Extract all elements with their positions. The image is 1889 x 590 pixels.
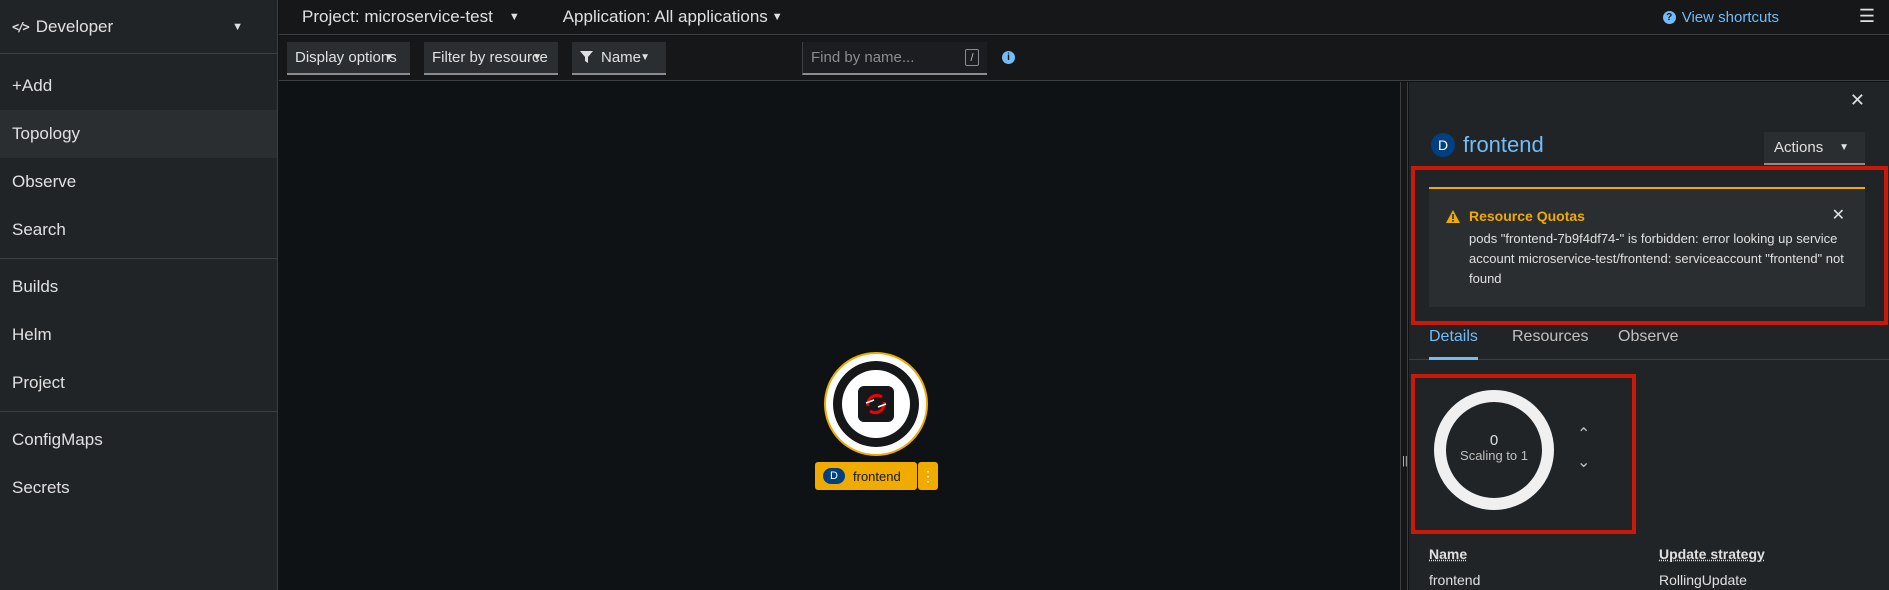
name-label: Name [1429,546,1468,562]
openshift-logo-icon [858,386,894,422]
sidebar-item-project[interactable]: Project [0,359,277,407]
question-circle-icon: ? [1662,10,1676,24]
sidebar-item-observe[interactable]: Observe [0,158,277,206]
panel-tabs: Details Resources Observe [1409,328,1889,360]
filter-by-resource-label: Filter by resource [432,49,548,66]
pod-count: 0 [1489,432,1499,449]
sidebar-item-helm[interactable]: Helm [0,311,277,359]
caret-down-icon[interactable]: ▼ [772,11,783,23]
scale-down-icon[interactable]: ⌄ [1577,452,1590,472]
panel-title: D frontend [1431,132,1544,158]
sidebar-item-add[interactable]: +Add [0,62,277,110]
deployment-badge: D [1431,133,1455,157]
topology-canvas[interactable]: D frontend ⋮ [279,82,1400,590]
sidebar-divider [0,411,277,412]
scale-up-icon[interactable]: ⌃ [1577,424,1590,444]
node-label[interactable]: D frontend [815,462,917,490]
node-name: frontend [853,468,901,484]
display-options-dropdown[interactable]: Display options ▼ [287,42,410,75]
resize-grip-icon[interactable]: || [1402,455,1408,467]
project-selector[interactable]: Project: microservice-test [302,7,493,27]
view-shortcuts-link[interactable]: ? View shortcuts [1662,8,1779,26]
tab-details[interactable]: Details [1429,328,1478,360]
alert-body: pods "frontend-7b9f4df74-" is forbidden:… [1469,231,1844,286]
sidebar-item-secrets[interactable]: Secrets [0,464,277,512]
alert-title: Resource Quotas [1469,208,1585,224]
workload-node[interactable] [824,352,928,456]
deployment-badge: D [823,468,845,484]
filter-icon [580,51,593,63]
find-by-name-input[interactable]: Find by name... / [802,42,987,75]
sidebar-item-search[interactable]: Search [0,206,277,254]
close-alert-icon[interactable]: ✕ [1832,205,1845,225]
sidebar-item-topology[interactable]: Topology [0,110,277,158]
sidebar-divider [0,258,277,259]
node-body [842,370,910,438]
caret-down-icon: ▼ [532,52,542,63]
search-placeholder: Find by name... [811,49,915,66]
info-icon[interactable]: i [1002,51,1015,64]
filter-by-resource-dropdown[interactable]: Filter by resource ▼ [424,42,558,75]
actions-dropdown[interactable]: Actions ▼ [1764,132,1865,165]
caret-down-icon: ▼ [640,52,650,63]
node-status-ring [833,361,919,447]
list-view-icon[interactable]: ☰ [1859,6,1875,27]
code-icon: </> [12,19,30,34]
resource-quota-alert: Resource Quotas ✕ pods "frontend-7b9f4df… [1429,187,1865,307]
view-shortcuts-label: View shortcuts [1681,8,1779,26]
project-bar: Project: microservice-test ▼ Application… [279,0,1889,35]
tab-resources[interactable]: Resources [1512,328,1588,360]
actions-label: Actions [1774,139,1824,156]
sidebar: </> Developer ▼ +Add Topology Observe Se… [0,0,278,590]
resource-name-link[interactable]: frontend [1463,132,1544,158]
close-icon[interactable]: ✕ [1850,90,1865,111]
caret-down-icon[interactable]: ▼ [509,11,520,23]
application-selector[interactable]: Application: All applications [563,7,768,27]
keyboard-shortcut-hint: / [965,49,979,66]
filter-type-dropdown[interactable]: Name ▼ [572,42,666,75]
update-strategy-value: RollingUpdate [1659,572,1747,588]
filter-type-label: Name [601,49,642,66]
pod-status-text: Scaling to 1 [1460,448,1528,463]
perspective-label: Developer [35,16,114,36]
panel-resize-divider[interactable] [1400,82,1408,590]
caret-down-icon: ▼ [232,20,243,33]
kebab-menu-icon[interactable]: ⋮ [918,462,938,490]
update-strategy-label: Update strategy [1659,546,1765,562]
resource-side-panel: ✕ D frontend Actions ▼ Resource Quotas ✕… [1409,82,1889,590]
caret-down-icon: ▼ [384,52,394,63]
sidebar-item-configmaps[interactable]: ConfigMaps [0,416,277,464]
sidebar-item-builds[interactable]: Builds [0,263,277,311]
perspective-switcher[interactable]: </> Developer ▼ [0,0,277,54]
name-value: frontend [1429,572,1481,588]
caret-down-icon: ▼ [1839,142,1849,153]
display-options-label: Display options [295,49,397,66]
warning-triangle-icon [1446,210,1460,223]
topology-toolbar: Display options ▼ Filter by resource ▼ N… [279,36,1889,81]
tab-observe[interactable]: Observe [1618,328,1678,360]
